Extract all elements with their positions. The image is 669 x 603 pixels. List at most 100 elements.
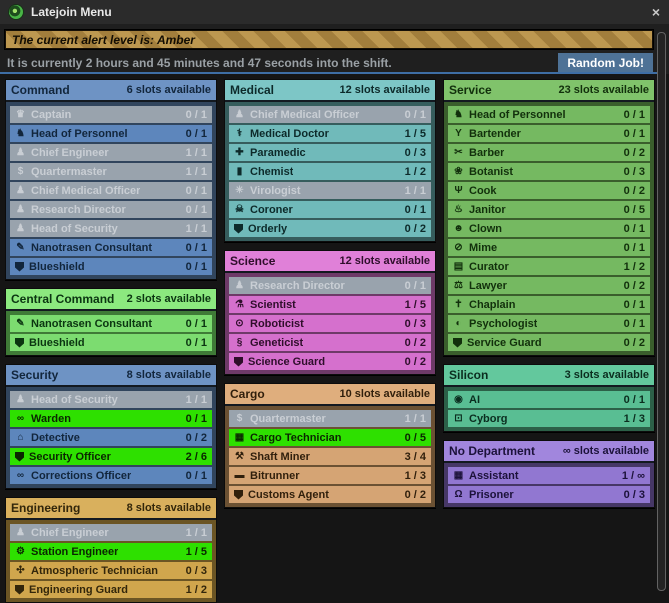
job-row-blueshield[interactable]: Blueshield0 / 1 — [10, 334, 212, 351]
job-name: Geneticist — [250, 337, 303, 349]
section-title: Central Command — [11, 292, 114, 306]
job-row-janitor[interactable]: ♨Janitor0 / 5 — [448, 201, 650, 218]
section-header-central-command: Central Command2 slots available — [6, 289, 216, 311]
job-slots-count: 1 / 1 — [405, 413, 426, 425]
job-name: Service Guard — [467, 337, 542, 349]
section-body: ♟Head of Security1 / 1∞Warden0 / 1⌂Detec… — [6, 387, 216, 488]
job-row-clown[interactable]: ☻Clown0 / 1 — [448, 220, 650, 237]
job-row-corrections-officer[interactable]: ∞Corrections Officer0 / 1 — [10, 467, 212, 484]
person-icon: ♟ — [15, 148, 26, 158]
job-row-science-guard[interactable]: Science Guard0 / 2 — [229, 353, 431, 370]
scrollbar[interactable] — [657, 32, 666, 591]
person-icon: ♟ — [234, 281, 245, 291]
job-row-service-guard[interactable]: Service Guard0 / 2 — [448, 334, 650, 351]
job-row-head-of-personnel[interactable]: ♞Head of Personnel0 / 1 — [10, 125, 212, 142]
job-slots-count: 0 / 1 — [186, 185, 207, 197]
job-row-orderly[interactable]: Orderly0 / 2 — [229, 220, 431, 237]
section-title: Silicon — [449, 368, 488, 382]
job-name: Head of Security — [31, 394, 118, 406]
job-row-paramedic[interactable]: ✚Paramedic0 / 3 — [229, 144, 431, 161]
job-row-engineering-guard[interactable]: Engineering Guard1 / 2 — [10, 581, 212, 598]
job-row-prisoner[interactable]: ΩPrisoner0 / 3 — [448, 486, 650, 503]
job-name: Head of Personnel — [31, 128, 128, 140]
job-row-detective[interactable]: ⌂Detective0 / 2 — [10, 429, 212, 446]
job-slots-count: 0 / 1 — [186, 109, 207, 121]
job-row-coroner[interactable]: ☠Coroner0 / 1 — [229, 201, 431, 218]
section-slots-available: 12 slots available — [340, 84, 431, 96]
job-row-psychologist[interactable]: ◐Psychologist0 / 1 — [448, 315, 650, 332]
job-row-head-of-personnel[interactable]: ♞Head of Personnel0 / 1 — [448, 106, 650, 123]
job-slots-count: 0 / 1 — [405, 204, 426, 216]
crate-icon: ▦ — [234, 433, 245, 443]
job-slots-count: 0 / 1 — [186, 318, 207, 330]
section-body: ♟Research Director0 / 1⚗Scientist1 / 5⊙R… — [225, 273, 435, 374]
job-row-scientist[interactable]: ⚗Scientist1 / 5 — [229, 296, 431, 313]
job-row-geneticist[interactable]: § Geneticist 0 / 2 — [229, 334, 431, 351]
job-row-blueshield[interactable]: Blueshield0 / 1 — [10, 258, 212, 275]
shield-icon — [234, 357, 243, 367]
job-row-chemist[interactable]: ▮Chemist1 / 2 — [229, 163, 431, 180]
job-slots-count: 1 / 3 — [624, 413, 645, 425]
job-row-nanotrasen-consultant[interactable]: ✎Nanotrasen Consultant0 / 1 — [10, 315, 212, 332]
job-slots-count: 0 / 3 — [186, 565, 207, 577]
job-row-atmospheric-technician[interactable]: ✣Atmospheric Technician0 / 3 — [10, 562, 212, 579]
section-body: ♟Chief Medical Officer0 / 1 ⚕Medical Doct… — [225, 102, 435, 241]
section-slots-available: 23 slots available — [559, 84, 650, 96]
section-header-security: Security8 slots available — [6, 365, 216, 387]
job-row-cargo-technician[interactable]: ▦Cargo Technician0 / 5 — [229, 429, 431, 446]
job-slots-count: 0 / 1 — [186, 470, 207, 482]
job-name: Detective — [31, 432, 80, 444]
job-name: Cargo Technician — [250, 432, 341, 444]
section-body: ✎Nanotrasen Consultant0 / 1Blueshield0 /… — [6, 311, 216, 355]
section-body: $Quartermaster1 / 1▦Cargo Technician0 / … — [225, 406, 435, 507]
job-row-security-officer[interactable]: Security Officer2 / 6 — [10, 448, 212, 465]
job-row-station-engineer[interactable]: ⚙Station Engineer1 / 5 — [10, 543, 212, 560]
job-row-roboticist[interactable]: ⊙Roboticist0 / 3 — [229, 315, 431, 332]
section-header-science: Science12 slots available — [225, 251, 435, 273]
job-row-warden[interactable]: ∞Warden0 / 1 — [10, 410, 212, 427]
column-left: Command6 slots available♛Captain0 / 1♞He… — [5, 79, 217, 603]
job-slots-count: 0 / 2 — [405, 337, 426, 349]
status-row: It is currently 2 hours and 45 minutes a… — [0, 49, 669, 72]
close-icon[interactable]: × — [652, 5, 660, 19]
job-slots-count: 0 / 1 — [624, 128, 645, 140]
job-row-mime[interactable]: ⊘Mime0 / 1 — [448, 239, 650, 256]
job-row-assistant[interactable]: ▦Assistant1 / ∞ — [448, 467, 650, 484]
job-row-cook[interactable]: ΨCook0 / 2 — [448, 182, 650, 199]
random-job-button[interactable]: Random Job! — [558, 53, 653, 72]
job-row-chief-medical-officer: ♟Chief Medical Officer0 / 1 — [229, 106, 431, 123]
person-icon: ♟ — [15, 528, 26, 538]
job-name: Blueshield — [29, 337, 85, 349]
job-row-nanotrasen-consultant[interactable]: ✎Nanotrasen Consultant0 / 1 — [10, 239, 212, 256]
job-row-customs-agent[interactable]: Customs Agent0 / 2 — [229, 486, 431, 503]
brain-icon: ◐ — [453, 319, 464, 329]
job-name: Shaft Miner — [250, 451, 310, 463]
virus-icon: ✳ — [234, 186, 245, 196]
dna-icon: § — [234, 338, 245, 348]
job-row-cyborg[interactable]: ⊡Cyborg1 / 3 — [448, 410, 650, 427]
job-name: Lawyer — [469, 280, 507, 292]
job-row-barber[interactable]: ✂Barber0 / 2 — [448, 144, 650, 161]
job-row-bartender[interactable]: YBartender0 / 1 — [448, 125, 650, 142]
person-icon: ♟ — [15, 224, 26, 234]
job-name: Customs Agent — [248, 489, 329, 501]
job-slots-count: 1 / 1 — [186, 166, 207, 178]
job-row-chaplain[interactable]: ✝Chaplain0 / 1 — [448, 296, 650, 313]
plant-icon: ❀ — [453, 167, 464, 177]
job-row-bitrunner[interactable]: ▬Bitrunner1 / 3 — [229, 467, 431, 484]
job-row-shaft-miner[interactable]: ⚒Shaft Miner3 / 4 — [229, 448, 431, 465]
job-row-ai[interactable]: ◉AI0 / 1 — [448, 391, 650, 408]
section-header-silicon: Silicon3 slots available — [444, 365, 654, 387]
job-row-curator[interactable]: ▤Curator1 / 2 — [448, 258, 650, 275]
job-name: Paramedic — [250, 147, 306, 159]
titlebar: Latejoin Menu × — [0, 0, 669, 24]
job-name: Prisoner — [469, 489, 514, 501]
job-row-lawyer[interactable]: ⚖Lawyer0 / 2 — [448, 277, 650, 294]
job-row-medical-doctor[interactable]: ⚕Medical Doctor1 / 5 — [229, 125, 431, 142]
eye-icon: ◉ — [453, 395, 464, 405]
job-row-botanist[interactable]: ❀Botanist0 / 3 — [448, 163, 650, 180]
job-name: Chief Medical Officer — [250, 109, 359, 121]
cross-icon: ✝ — [453, 300, 464, 310]
section-body: ♟Chief Engineer1 / 1⚙Station Engineer1 /… — [6, 520, 216, 602]
job-slots-count: 0 / 1 — [624, 109, 645, 121]
